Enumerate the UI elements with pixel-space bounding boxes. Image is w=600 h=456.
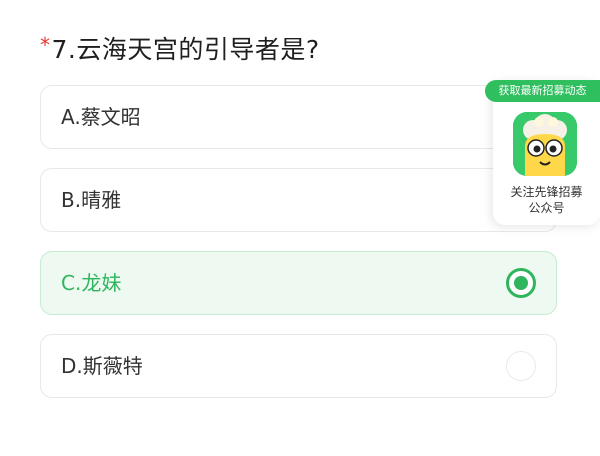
question-title: *7.云海天宫的引导者是? [40,30,320,66]
option-label: A.蔡文昭 [61,105,141,129]
survey-page: *7.云海天宫的引导者是? A.蔡文昭 B.晴雅 C.龙妹 D.斯薇特 关注先锋… [0,0,600,456]
option-c[interactable]: C.龙妹 [40,251,557,315]
option-d[interactable]: D.斯薇特 [40,334,557,398]
promo-caption: 关注先锋招募 公众号 [493,184,600,216]
promo-tag[interactable]: 获取最新招募动态 [485,80,600,102]
promo-line1: 关注先锋招募 [510,185,583,199]
option-label: B.晴雅 [61,188,122,212]
promo-line2: 公众号 [528,201,565,215]
question-text: 7.云海天宫的引导者是? [51,35,320,64]
answer-options: A.蔡文昭 B.晴雅 C.龙妹 D.斯薇特 [40,85,557,417]
option-label: C.龙妹 [61,271,122,295]
radio-button[interactable] [506,351,536,381]
option-b[interactable]: B.晴雅 [40,168,557,232]
option-a[interactable]: A.蔡文昭 [40,85,557,149]
mascot-logo-icon[interactable] [513,112,577,176]
radio-button-checked[interactable] [506,268,536,298]
option-label: D.斯薇特 [61,354,143,378]
required-mark: * [40,33,51,57]
